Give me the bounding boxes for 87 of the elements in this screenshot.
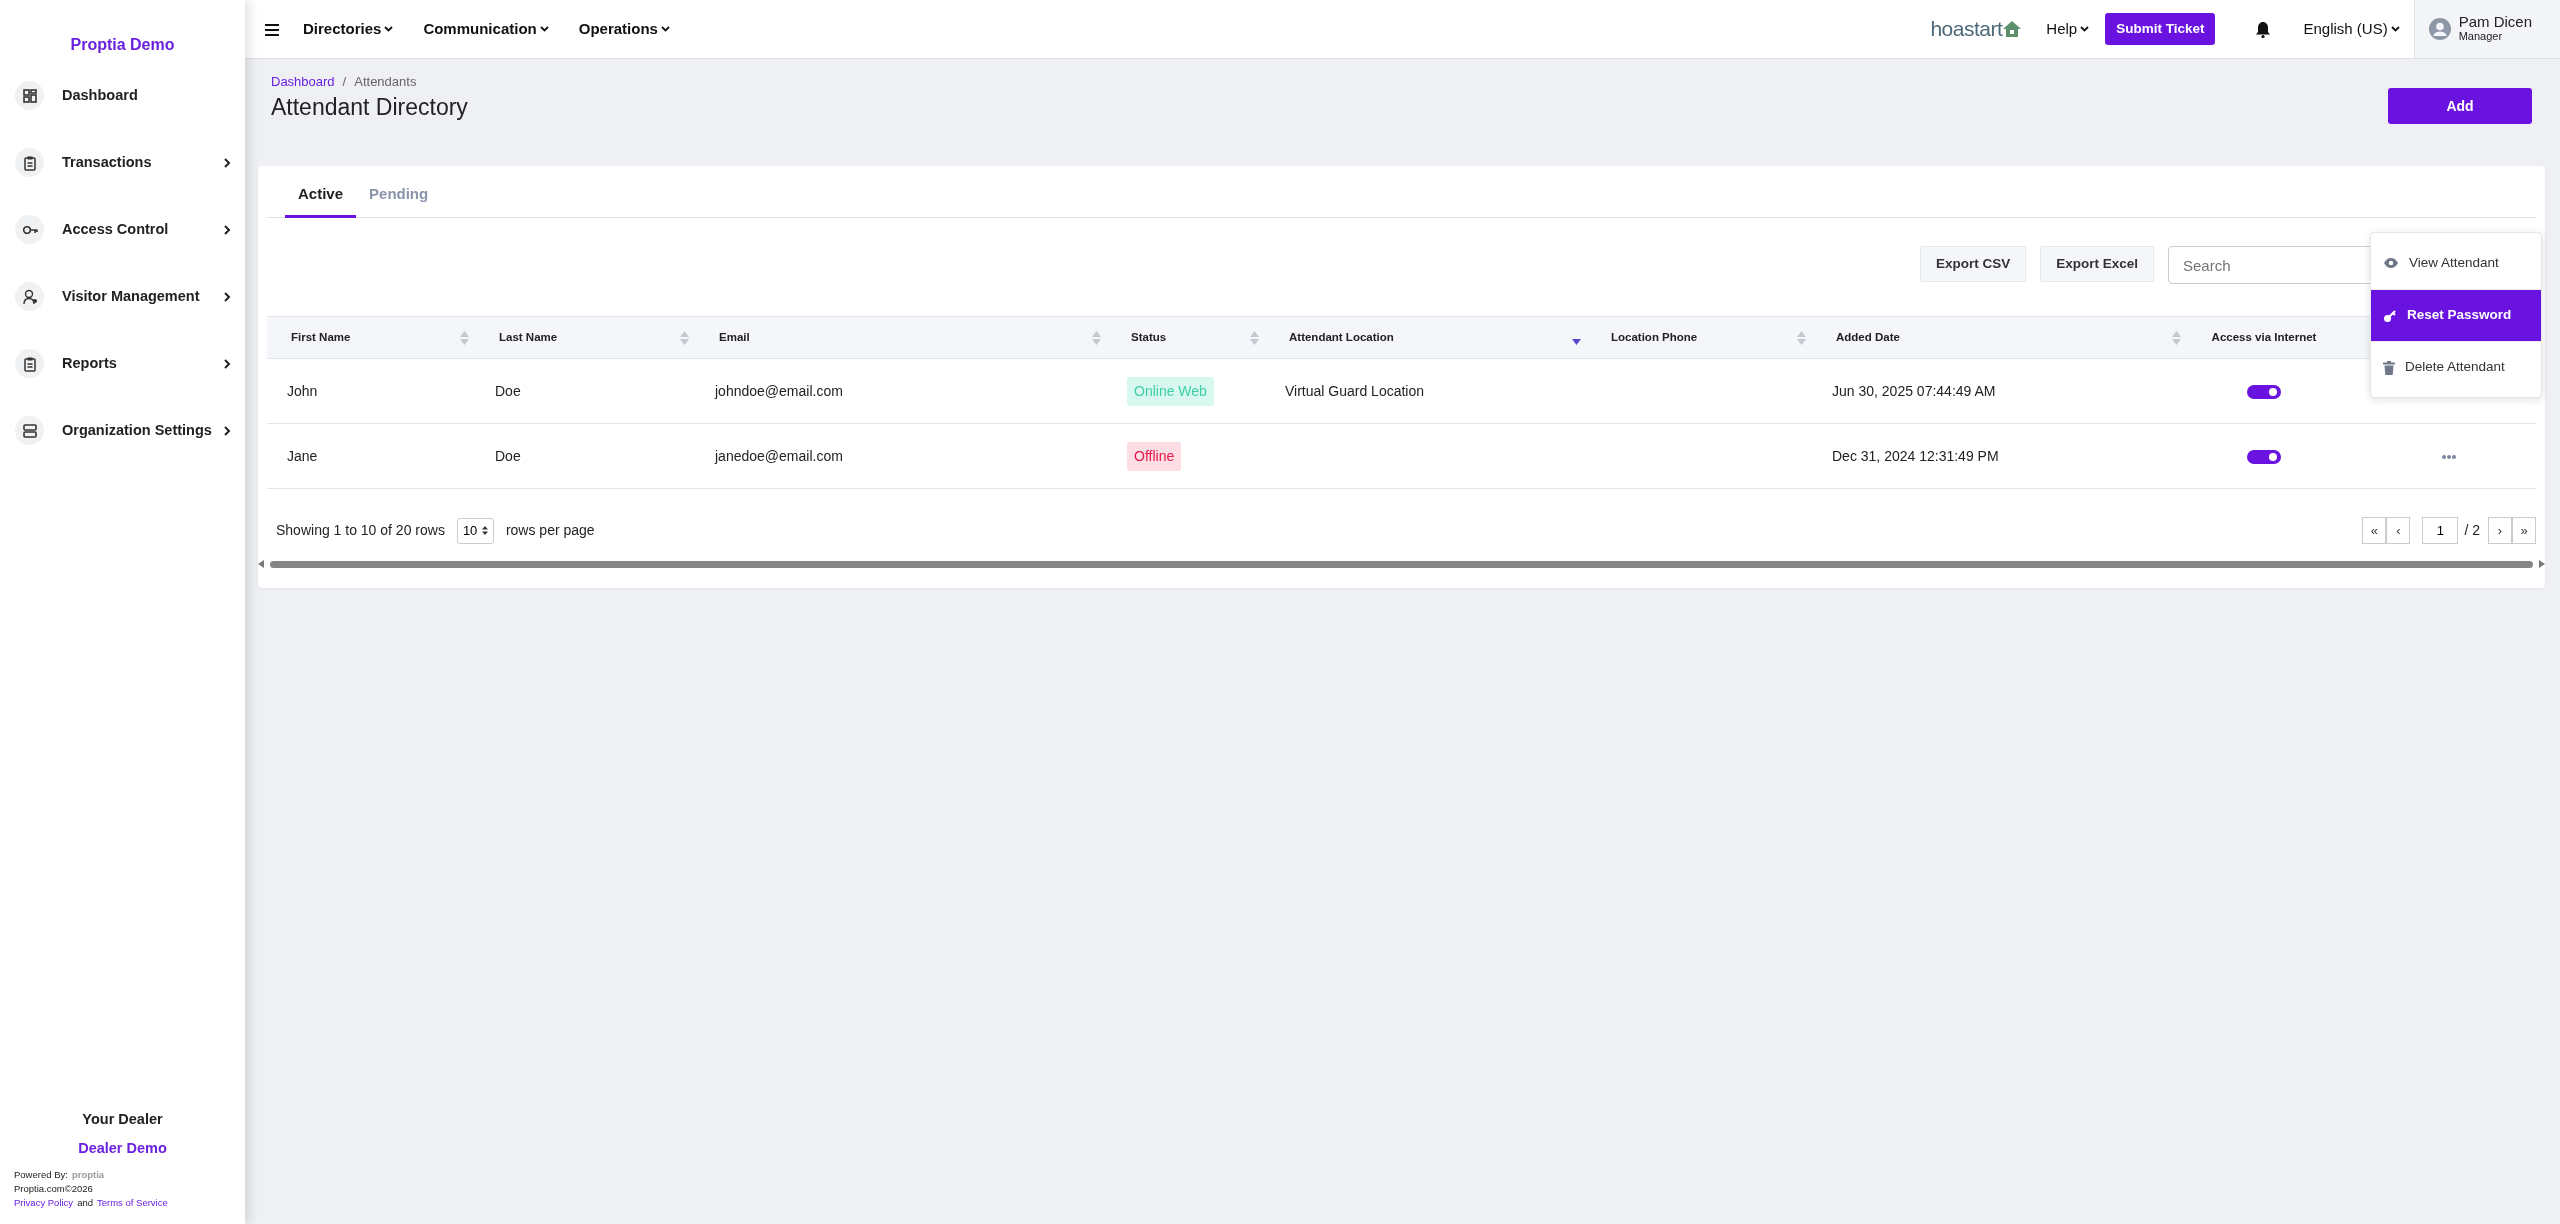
table-cell: Jun 30, 2025 07:44:49 AM [1812, 358, 2187, 424]
caret-icon [2080, 26, 2090, 32]
sidebar-item[interactable]: Dashboard [0, 62, 245, 129]
dealer-name[interactable]: Dealer Demo [14, 1138, 231, 1160]
next-page-button[interactable]: › [2488, 517, 2512, 544]
breadcrumb-separator: / [342, 73, 347, 91]
terms-link[interactable]: Terms of Service [97, 1197, 168, 1208]
bell-icon [2255, 21, 2272, 39]
column-header[interactable]: Status [1107, 316, 1265, 359]
last-page-button[interactable]: » [2512, 517, 2536, 544]
brand-name: Proptia Demo [69, 35, 176, 55]
table-cell: johndoe@email.com [695, 358, 1107, 424]
language-menu[interactable]: English (US) [2303, 17, 2400, 41]
export-button[interactable]: Export CSV [1919, 246, 2027, 282]
column-header[interactable]: First Name [267, 316, 475, 359]
sidebar-item[interactable]: Access Control [0, 196, 245, 263]
page-title: Attendant Directory [270, 93, 468, 122]
submit-ticket-button[interactable]: Submit Ticket [2105, 12, 2216, 46]
avatar-icon [2428, 18, 2451, 40]
tab[interactable]: Active [285, 182, 357, 218]
more-icon [2441, 454, 2456, 459]
clipboard-icon [21, 154, 38, 171]
nav-menu[interactable]: Directories [303, 17, 394, 41]
powered-by-label: Powered By: [14, 1169, 68, 1180]
and-text: and [77, 1197, 93, 1208]
column-header[interactable]: Location Phone [1587, 316, 1812, 359]
key-icon [2383, 308, 2397, 323]
table-cell: Doe [475, 423, 695, 489]
nav-menu[interactable]: Communication [423, 17, 549, 41]
column-header[interactable]: Email [695, 316, 1107, 359]
sidebar-item[interactable]: Transactions [0, 129, 245, 196]
server-icon [21, 422, 38, 439]
sidebar-item[interactable]: Organization Settings [0, 397, 245, 464]
nav-menu[interactable]: Operations [578, 17, 670, 41]
breadcrumb-link[interactable]: Dashboard [271, 72, 335, 92]
table-cell: Jane [267, 423, 475, 489]
add-button[interactable]: Add [2388, 88, 2532, 124]
column-header[interactable]: Attendant Location [1265, 316, 1587, 359]
menu-item[interactable]: Reset Password [2371, 289, 2541, 341]
first-page-button[interactable]: « [2362, 517, 2387, 544]
table-cell: Dec 31, 2024 12:31:49 PM [1812, 423, 2187, 489]
status-label: Online Web [1127, 376, 1214, 406]
privacy-link[interactable]: Privacy Policy [14, 1197, 74, 1208]
table-cell: Doe [475, 358, 695, 424]
page-input[interactable]: 1 [2422, 517, 2459, 544]
page-total: / 2 [2464, 521, 2480, 540]
proptia-logo: proptia [71, 1169, 105, 1180]
trash-icon [2383, 360, 2395, 375]
page-size-select[interactable]: 10 [456, 517, 494, 544]
help-menu[interactable]: Help [2046, 17, 2090, 41]
table-cell: John [267, 358, 475, 424]
caret-icon [2390, 26, 2400, 32]
grid-icon [21, 87, 38, 104]
eye-icon [2383, 257, 2399, 269]
caret-icon [660, 26, 670, 32]
column-header[interactable]: Added Date [1812, 316, 2187, 359]
caret-icon [384, 26, 394, 32]
toggle-switch[interactable] [2247, 449, 2281, 464]
user-menu[interactable]: Pam Dicen Manager [2413, 0, 2560, 58]
scrollbar-thumb[interactable] [270, 560, 2533, 568]
pagination-summary: Showing 1 to 10 of 20 rows [276, 521, 445, 540]
breadcrumb-current: Attendants [354, 73, 417, 91]
person-icon [21, 288, 38, 305]
column-header[interactable]: Last Name [475, 316, 695, 359]
sort-icon [481, 526, 488, 535]
menu-item[interactable]: Delete Attendant [2371, 341, 2541, 393]
caret-icon [539, 26, 549, 32]
export-button[interactable]: Export Excel [2040, 246, 2154, 282]
column-header: Access via Internet [2187, 316, 2347, 359]
scroll-right-icon [2539, 560, 2545, 568]
menu-icon [265, 23, 279, 36]
sidebar-item[interactable]: Reports [0, 330, 245, 397]
house-icon [2002, 20, 2023, 38]
user-name: Pam Dicen [2458, 14, 2532, 29]
sidebar-item[interactable]: Visitor Management [0, 263, 245, 330]
status-label: Offline [1127, 441, 1182, 471]
previous-page-button[interactable]: ‹ [2386, 517, 2411, 544]
clipboard-icon [21, 355, 38, 372]
user-role: Manager [2458, 29, 2504, 44]
table-cell: Virtual Guard Location [1265, 358, 1587, 424]
copyright-text: Proptia.com©2026 [14, 1183, 93, 1194]
toggle-switch[interactable] [2247, 384, 2281, 399]
page-size-label: rows per page [505, 521, 595, 540]
scroll-left-icon [258, 560, 264, 568]
hoastart-logo: hoastart [1930, 16, 2003, 43]
dealer-heading: Your Dealer [81, 1109, 164, 1129]
table-cell: janedoe@email.com [695, 423, 1107, 489]
